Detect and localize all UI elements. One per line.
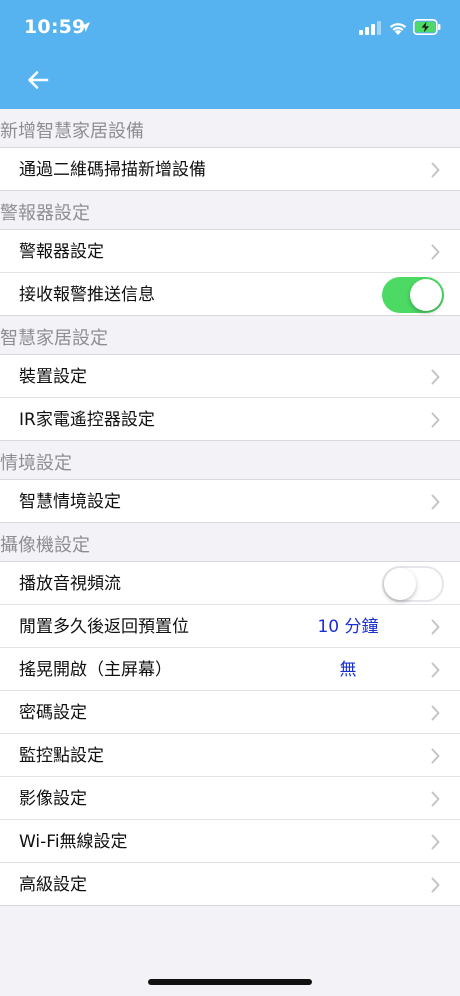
toggle-knob bbox=[410, 279, 442, 311]
section-header-alarm: 警報器設定 bbox=[0, 191, 460, 229]
row-scan-qr-add-device[interactable]: 通過二維碼掃描新增設備 bbox=[0, 148, 460, 190]
section-header-add-device: 新增智慧家居設備 bbox=[0, 109, 460, 147]
home-indicator[interactable] bbox=[148, 979, 312, 985]
chevron-right-icon bbox=[431, 877, 440, 893]
chevron-right-icon bbox=[431, 705, 440, 721]
back-arrow-icon[interactable] bbox=[24, 66, 52, 94]
row-label: 警報器設定 bbox=[19, 242, 104, 262]
group-add-device: 通過二維碼掃描新增設備 bbox=[0, 147, 460, 191]
row-wifi-settings[interactable]: Wi-Fi無線設定 bbox=[0, 820, 460, 863]
location-arrow-icon bbox=[80, 22, 90, 32]
chevron-right-icon bbox=[431, 791, 440, 807]
row-advanced-settings[interactable]: 高級設定 bbox=[0, 863, 460, 905]
row-value: 10 分鐘 bbox=[317, 617, 379, 637]
row-label: IR家電遙控器設定 bbox=[19, 410, 155, 430]
row-idle-return-preset[interactable]: 閒置多久後返回預置位 10 分鐘 bbox=[0, 605, 460, 648]
av-stream-toggle[interactable] bbox=[382, 566, 444, 602]
chevron-right-icon bbox=[431, 619, 440, 635]
battery-charging-icon bbox=[413, 19, 441, 35]
cellular-signal-icon bbox=[359, 21, 381, 35]
settings-list: 新增智慧家居設備 通過二維碼掃描新增設備 警報器設定 警報器設定 接收報警推送信… bbox=[0, 109, 460, 906]
row-play-av-stream: 播放音視頻流 bbox=[0, 562, 460, 605]
row-smart-scene-settings[interactable]: 智慧情境設定 bbox=[0, 480, 460, 522]
row-receive-alarm-push: 接收報警推送信息 bbox=[0, 273, 460, 315]
row-label: 裝置設定 bbox=[19, 367, 87, 387]
section-header-scene: 情境設定 bbox=[0, 441, 460, 479]
row-password-settings[interactable]: 密碼設定 bbox=[0, 691, 460, 734]
alarm-push-toggle[interactable] bbox=[382, 277, 444, 313]
chevron-right-icon bbox=[431, 748, 440, 764]
group-scene: 智慧情境設定 bbox=[0, 479, 460, 523]
row-label: 搖晃開啟（主屏幕） bbox=[19, 660, 172, 680]
row-label: 閒置多久後返回預置位 bbox=[19, 617, 189, 637]
chevron-right-icon bbox=[431, 834, 440, 850]
row-shake-to-open[interactable]: 搖晃開啟（主屏幕） 無 bbox=[0, 648, 460, 691]
row-label: 智慧情境設定 bbox=[19, 492, 121, 512]
status-time: 10:59 bbox=[24, 16, 86, 38]
chevron-right-icon bbox=[431, 494, 440, 510]
chevron-right-icon bbox=[431, 662, 440, 678]
row-label: 播放音視頻流 bbox=[19, 574, 121, 594]
navigation-header: 10:59 bbox=[0, 0, 460, 109]
row-device-settings[interactable]: 裝置設定 bbox=[0, 355, 460, 398]
group-smart-home: 裝置設定 IR家電遙控器設定 bbox=[0, 354, 460, 441]
row-label: 密碼設定 bbox=[19, 703, 87, 723]
row-monitoring-point-settings[interactable]: 監控點設定 bbox=[0, 734, 460, 777]
section-header-smart-home: 智慧家居設定 bbox=[0, 316, 460, 354]
row-label: 接收報警推送信息 bbox=[19, 285, 155, 305]
row-label: 影像設定 bbox=[19, 789, 87, 809]
toggle-knob bbox=[384, 568, 416, 600]
row-label: 監控點設定 bbox=[19, 746, 104, 766]
wifi-icon bbox=[389, 23, 407, 35]
row-label: 高級設定 bbox=[19, 875, 87, 895]
chevron-right-icon bbox=[431, 244, 440, 260]
row-value: 無 bbox=[339, 660, 357, 680]
row-label: Wi-Fi無線設定 bbox=[19, 832, 128, 852]
row-ir-remote-settings[interactable]: IR家電遙控器設定 bbox=[0, 398, 460, 440]
row-image-settings[interactable]: 影像設定 bbox=[0, 777, 460, 820]
chevron-right-icon bbox=[431, 412, 440, 428]
group-alarm: 警報器設定 接收報警推送信息 bbox=[0, 229, 460, 316]
section-header-camera: 攝像機設定 bbox=[0, 523, 460, 561]
group-camera: 播放音視頻流 閒置多久後返回預置位 10 分鐘 搖晃開啟（主屏幕） 無 密碼設定… bbox=[0, 561, 460, 906]
chevron-right-icon bbox=[431, 369, 440, 385]
row-alarm-settings[interactable]: 警報器設定 bbox=[0, 230, 460, 273]
row-label: 通過二維碼掃描新增設備 bbox=[19, 160, 206, 180]
chevron-right-icon bbox=[431, 162, 440, 178]
